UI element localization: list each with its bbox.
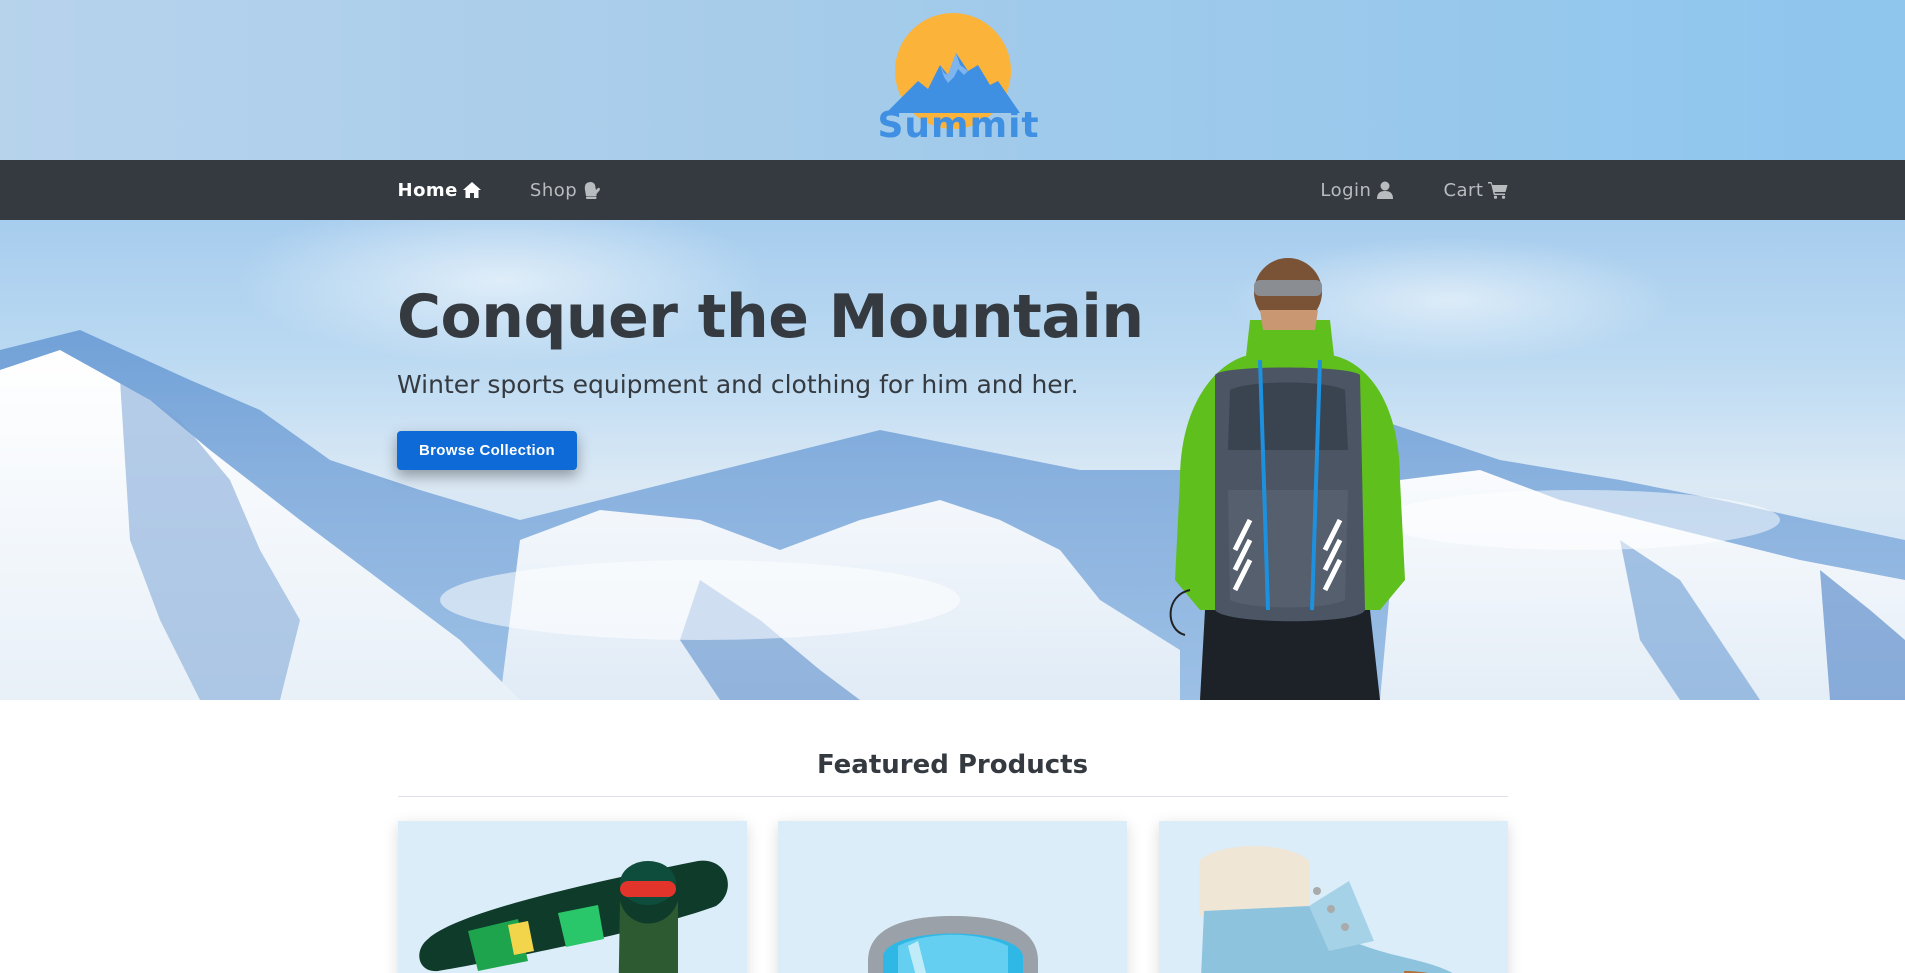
nav-shop-label: Shop [529,179,578,201]
product-card-goggles[interactable] [778,821,1127,973]
nav-cart-label: Cart [1443,179,1484,201]
snowboarder-product-image [418,860,728,973]
nav-login-link[interactable]: Login [1320,180,1395,201]
product-grid [397,821,1508,973]
product-card-snowboard[interactable] [397,821,747,973]
user-icon [1375,181,1395,199]
hero-subtitle: Winter sports equipment and clothing for… [397,370,1079,399]
nav-login-label: Login [1320,179,1372,201]
nav-home-link[interactable]: Home [398,180,482,201]
nav-shop-link[interactable]: Shop [530,180,601,201]
ski-goggles-product-image [868,916,1038,973]
hero-title: Conquer the Mountain [397,282,1144,352]
mitten-icon [581,181,601,199]
shopping-cart-icon [1487,181,1508,199]
hiker-with-backpack-image [1150,250,1430,700]
summit-logo[interactable]: Summit [877,13,1040,153]
featured-products-section: Featured Products [397,750,1508,973]
nav-home-label: Home [397,179,458,201]
winter-boot-product-image [1198,846,1452,973]
home-icon [462,181,482,199]
logo-text: Summit [877,105,1040,146]
hero-banner: Conquer the Mountain Winter sports equip… [0,220,1905,700]
nav-cart-link[interactable]: Cart [1443,180,1507,201]
brand-header: Summit [0,0,1905,160]
main-navbar: Home Shop Login Cart [0,160,1905,220]
product-card-boot[interactable] [1158,821,1508,973]
featured-products-title: Featured Products [397,750,1508,797]
browse-collection-button[interactable]: Browse Collection [397,431,577,470]
